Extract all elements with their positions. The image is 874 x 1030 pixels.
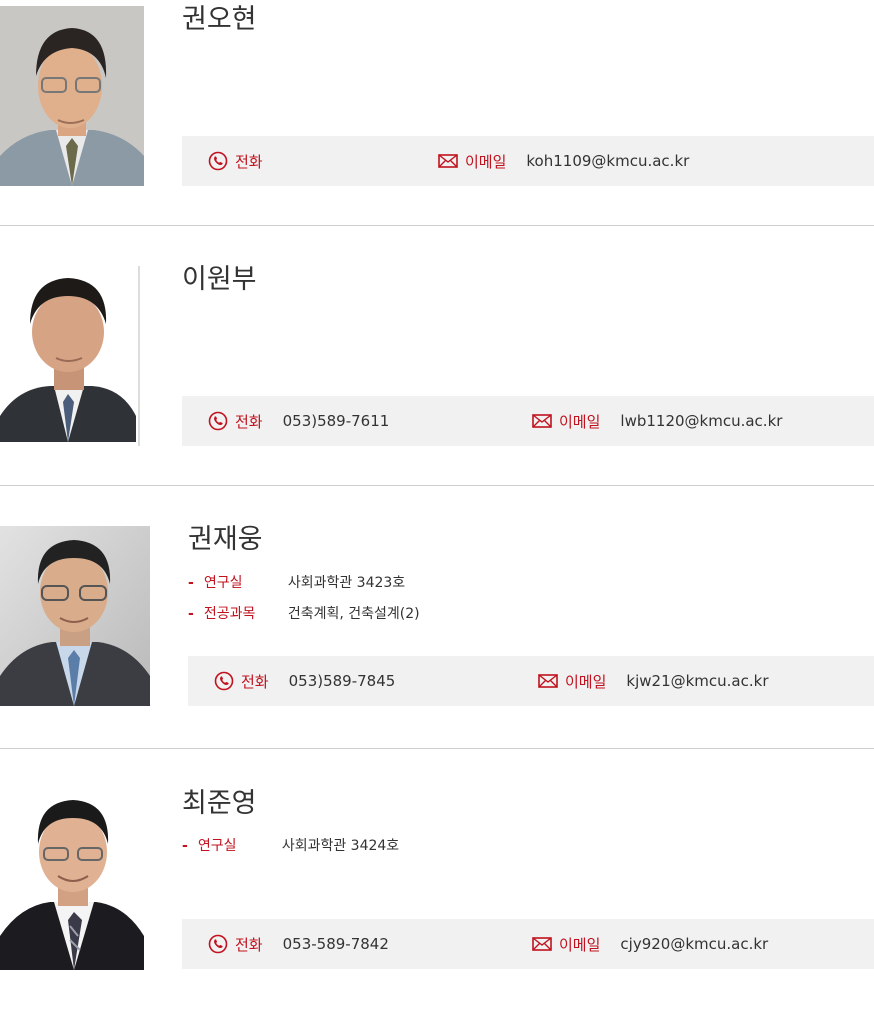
dash-marker: - [182,838,188,854]
professor-name: 권오현 [182,4,257,35]
contact-bar: 전화 이메일 koh1109@kmcu.ac.kr [182,136,874,186]
phone-label: 전화 [235,412,263,431]
info-value: 사회과학관 3424호 [281,838,400,854]
mail-icon [532,934,552,954]
email-link[interactable]: lwb1120@kmcu.ac.kr [620,412,782,430]
info-label: 전공과목 [203,606,256,622]
phone-icon [208,151,228,171]
contact-bar: 전화 053)589-7845 이메일 kjw21@kmcu.ac.kr [188,656,874,706]
mail-icon [538,671,558,691]
professor-name: 이원부 [182,264,257,295]
contact-bar: 전화 053-589-7842 이메일 cjy920@kmcu.ac.kr [182,919,874,969]
dash-marker: - [188,575,194,591]
phone-icon [208,411,228,431]
phone-value[interactable]: 053)589-7845 [289,672,396,690]
divider [0,225,874,226]
info-row-office: - 연구실 사회과학관 3423호 [188,576,405,590]
info-label: 연구실 [197,838,237,854]
info-value: 건축계획, 건축설계(2) [287,606,420,622]
professor-name: 권재웅 [188,524,263,555]
professor-photo [0,790,144,970]
email-item: 이메일 kjw21@kmcu.ac.kr [538,656,769,706]
email-label: 이메일 [465,152,507,171]
email-link[interactable]: kjw21@kmcu.ac.kr [626,672,768,690]
email-label: 이메일 [559,412,601,431]
info-row-office: - 연구실 사회과학관 3424호 [182,839,399,853]
email-link[interactable]: koh1109@kmcu.ac.kr [526,152,689,170]
phone-icon [214,671,234,691]
phone-item: 전화 053)589-7611 [208,396,389,446]
phone-icon [208,934,228,954]
contact-bar: 전화 053)589-7611 이메일 lwb1120@kmcu.ac.kr [182,396,874,446]
professor-name: 최준영 [182,788,257,819]
phone-item: 전화 [208,136,283,186]
phone-label: 전화 [235,152,263,171]
email-item: 이메일 koh1109@kmcu.ac.kr [438,136,689,186]
email-label: 이메일 [559,935,601,954]
divider [0,748,874,749]
email-label: 이메일 [565,672,607,691]
phone-item: 전화 053)589-7845 [214,656,395,706]
dash-marker: - [188,606,194,622]
professor-photo [0,6,144,186]
phone-value[interactable]: 053)589-7611 [283,412,390,430]
info-row-subject: - 전공과목 건축계획, 건축설계(2) [188,607,420,621]
info-label: 연구실 [203,575,243,591]
mail-icon [532,411,552,431]
email-link[interactable]: cjy920@kmcu.ac.kr [620,935,768,953]
professor-photo [0,526,150,706]
phone-label: 전화 [241,672,269,691]
email-item: 이메일 cjy920@kmcu.ac.kr [532,919,768,969]
divider [0,485,874,486]
info-value: 사회과학관 3423호 [287,575,406,591]
professor-photo [0,266,140,446]
mail-icon [438,151,458,171]
phone-item: 전화 053-589-7842 [208,919,389,969]
email-item: 이메일 lwb1120@kmcu.ac.kr [532,396,782,446]
phone-value[interactable]: 053-589-7842 [283,935,389,953]
phone-label: 전화 [235,935,263,954]
